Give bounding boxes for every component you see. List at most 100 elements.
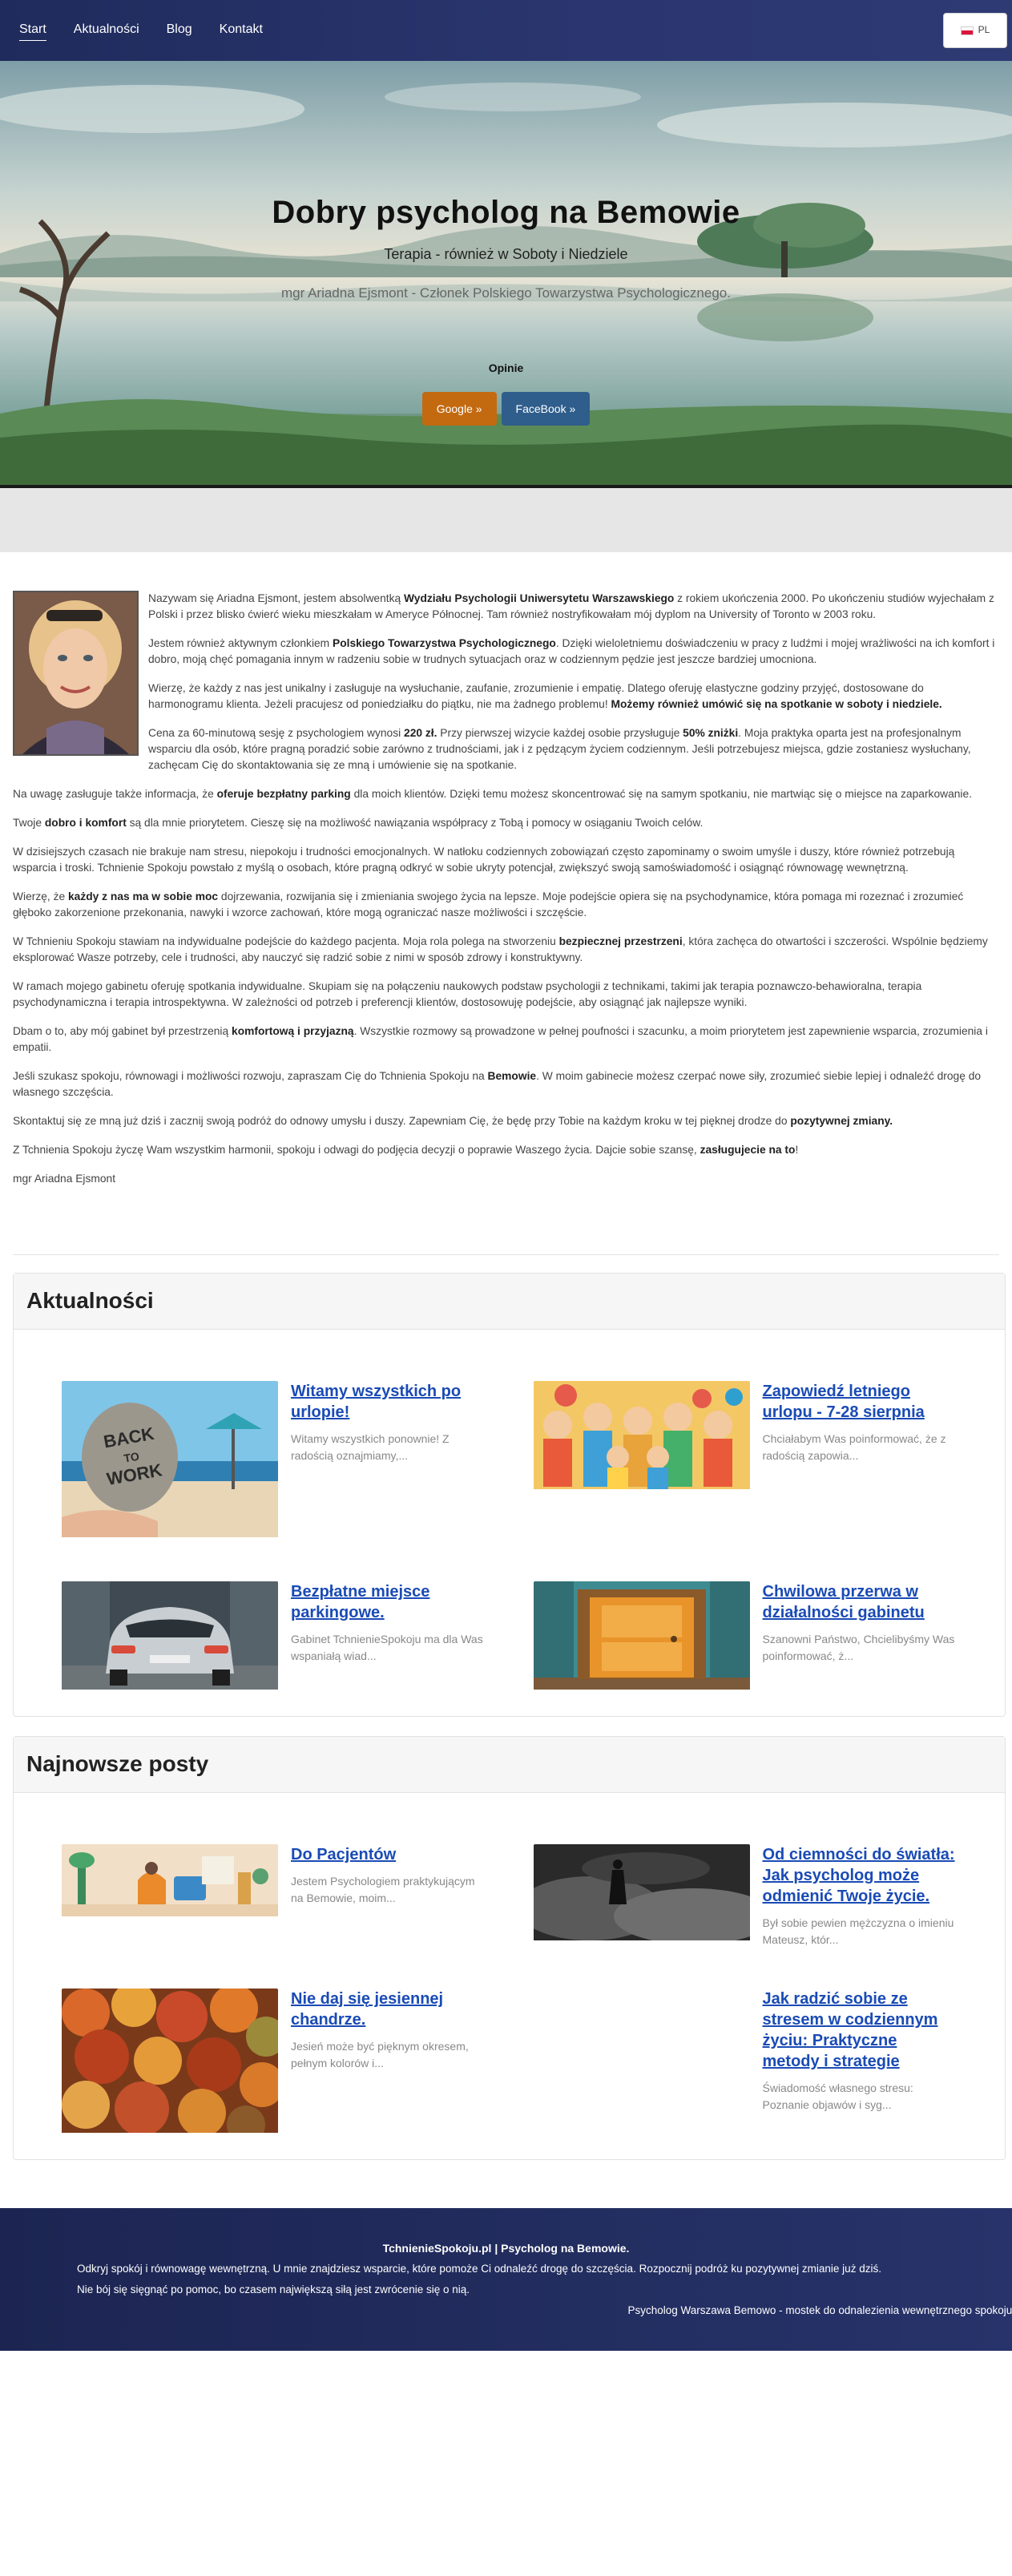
- news-card-title[interactable]: Chwilowa przerwa w działalności gabinetu: [763, 1581, 958, 1623]
- post-card-excerpt: Świadomość własnego stresu: Poznanie obj…: [762, 2081, 913, 2111]
- paragraph-text: Przy pierwszej wizycie każdej osobie prz…: [437, 727, 683, 739]
- post-card: Nie daj się jesiennej chandrze. Jesień m…: [62, 1988, 486, 2138]
- poland-flag-icon: [960, 26, 974, 35]
- about-paragraph: Jeśli szukasz spokoju, równowagi i możli…: [13, 1068, 999, 1100]
- about-paragraph: W ramach mojego gabinetu oferuję spotkan…: [13, 979, 999, 1011]
- missing-post-image: [534, 1989, 750, 2005]
- post-card-title[interactable]: Jak radzić sobie ze stresem w codziennym…: [763, 1989, 958, 2072]
- closed-door-image[interactable]: [533, 1581, 750, 1694]
- news-card: Chwilowa przerwa w działalności gabinetu…: [533, 1581, 958, 1694]
- about-paragraph: Twoje dobro i komfort są dla mnie priory…: [13, 815, 999, 831]
- facebook-reviews-button[interactable]: FaceBook »: [501, 392, 591, 426]
- emphasized-text: komfortową i przyjazną: [232, 1025, 354, 1037]
- post-card: Od ciemności do światła: Jak psycholog m…: [533, 1843, 958, 1948]
- paragraph-text: W ramach mojego gabinetu oferuję spotkan…: [13, 980, 922, 1008]
- about-paragraph: W dzisiejszych czasach nie brakuje nam s…: [13, 844, 999, 876]
- back-to-work-stone-beach-image[interactable]: BACK TO WORK: [62, 1380, 278, 1541]
- post-card: Do Pacjentów Jestem Psychologiem praktyk…: [62, 1843, 486, 1948]
- about-paragraph: Jestem również aktywnym członkiem Polski…: [13, 636, 999, 668]
- posts-grid: Do Pacjentów Jestem Psychologiem praktyk…: [14, 1793, 1005, 2159]
- svg-text:TO: TO: [123, 1449, 140, 1464]
- emphasized-text: Bemowie: [487, 1070, 537, 1082]
- dark-figure-clouds-image[interactable]: [533, 1843, 750, 1944]
- post-card-title[interactable]: Nie daj się jesiennej chandrze.: [291, 1989, 486, 2030]
- emphasized-text: dobro i komfort: [44, 817, 127, 829]
- posts-heading: Najnowsze posty: [14, 1737, 1005, 1793]
- site-footer: TchnienieSpokoju.pl | Psycholog na Bemow…: [0, 2208, 1012, 2352]
- hero-content: Dobry psycholog na Bemowie Terapia - rów…: [0, 189, 1012, 426]
- paragraph-text: są dla mnie priorytetem. Cieszę się na m…: [126, 817, 704, 829]
- emphasized-text: Wydziału Psychologii Uniwersytetu Warsza…: [404, 592, 675, 604]
- paragraph-text: Jestem również aktywnym członkiem: [148, 637, 333, 649]
- news-card-title[interactable]: Bezpłatne miejsce parkingowe.: [291, 1581, 486, 1623]
- parked-car-garage-image[interactable]: [62, 1581, 278, 1694]
- post-card-title[interactable]: Od ciemności do światła: Jak psycholog m…: [763, 1844, 958, 1907]
- nav-start-link[interactable]: Start: [19, 20, 46, 42]
- google-reviews-button[interactable]: Google »: [421, 392, 497, 426]
- news-card-excerpt: Witamy wszystkich ponownie! Z radością o…: [291, 1431, 450, 1462]
- cartoon-family-group-image[interactable]: [533, 1380, 750, 1493]
- paragraph-text: Wierzę, że: [13, 890, 68, 902]
- about-paragraph: Cena za 60-minutową sesję z psychologiem…: [13, 725, 999, 773]
- paragraph-text: Dbam o to, aby mój gabinet był przestrze…: [13, 1025, 232, 1037]
- about-paragraph: Na uwagę zasługuje także informacja, że …: [13, 786, 999, 802]
- language-selector[interactable]: PL: [943, 13, 1007, 48]
- nav-aktualnosci-link[interactable]: Aktualności: [74, 20, 139, 41]
- news-card-title[interactable]: Witamy wszystkich po urlopie!: [291, 1381, 486, 1423]
- news-card-excerpt: Gabinet TchnienieSpokoju ma dla Was wspa…: [291, 1632, 483, 1662]
- emphasized-text: zasługujecie na to: [700, 1144, 796, 1156]
- news-card-text: Witamy wszystkich po urlopie! Witamy wsz…: [291, 1381, 486, 1464]
- gray-spacer-band: [0, 488, 1012, 552]
- footer-text-line: Odkryj spokój i równowagę wewnętrzną. U …: [77, 2263, 881, 2275]
- post-card-text: Do Pacjentów Jestem Psychologiem praktyk…: [291, 1844, 486, 1907]
- paragraph-text: Skontaktuj się ze mną już dziś i zacznij…: [13, 1115, 791, 1127]
- news-card-text: Bezpłatne miejsce parkingowe. Gabinet Tc…: [291, 1581, 486, 1665]
- news-card-title[interactable]: Zapowiedź letniego urlopu - 7-28 sierpni…: [763, 1381, 958, 1423]
- about-paragraph: Nazywam się Ariadna Ejsmont, jestem abso…: [13, 591, 999, 623]
- news-card: BACK TO WORK Witamy wszystkich po urlopi…: [62, 1380, 486, 1541]
- news-card-text: Chwilowa przerwa w działalności gabinetu…: [763, 1581, 958, 1665]
- post-card-excerpt: Jesień może być pięknym okresem, pełnym …: [291, 2039, 469, 2069]
- about-paragraph: Z Tchnienia Spokoju życzę Wam wszystkim …: [13, 1142, 999, 1158]
- emphasized-text: oferuje bezpłatny parking: [216, 788, 351, 800]
- emphasized-text: 50% zniżki: [683, 727, 739, 739]
- post-card: Jak radzić sobie ze stresem w codziennym…: [534, 1989, 958, 2137]
- opinion-buttons: Google » FaceBook »: [0, 392, 1012, 426]
- news-card: Bezpłatne miejsce parkingowe. Gabinet Tc…: [62, 1581, 486, 1694]
- therapy-session-illustration-image[interactable]: [62, 1843, 278, 1920]
- about-section: Nazywam się Ariadna Ejsmont, jestem abso…: [0, 552, 1012, 1216]
- emphasized-text: Polskiego Towarzystwa Psychologicznego: [333, 637, 556, 649]
- paragraph-text: Z Tchnienia Spokoju życzę Wam wszystkim …: [13, 1144, 700, 1156]
- emphasized-text: Możemy również umówić się na spotkanie w…: [611, 698, 942, 710]
- emphasized-text: bezpiecznej przestrzeni: [558, 935, 683, 947]
- hero-bottom-border: [0, 485, 1012, 488]
- post-card-title[interactable]: Do Pacjentów: [291, 1844, 486, 1865]
- footer-text-line: Psycholog Warszawa Bemowo - mostek do od…: [627, 2303, 1012, 2316]
- news-card: Zapowiedź letniego urlopu - 7-28 sierpni…: [533, 1380, 958, 1541]
- footer-text-line: Nie bój się sięgnąć po pomoc, bo czasem …: [77, 2283, 470, 2295]
- emphasized-text: pozytywnej zmiany.: [790, 1115, 893, 1127]
- paragraph-text: !: [795, 1144, 799, 1156]
- autumn-trees-image[interactable]: [62, 1988, 278, 2138]
- emphasized-text: każdy z nas ma w sobie moc: [68, 890, 219, 902]
- top-navbar: Start Aktualności Blog Kontakt PL: [0, 0, 1012, 61]
- about-paragraph: Wierzę, że każdy z nas jest unikalny i z…: [13, 680, 999, 713]
- news-heading: Aktualności: [14, 1274, 1005, 1330]
- nav-links: Start Aktualności Blog Kontakt: [19, 20, 263, 42]
- hero-title: Dobry psycholog na Bemowie: [272, 195, 740, 230]
- news-card-text: Zapowiedź letniego urlopu - 7-28 sierpni…: [763, 1381, 958, 1464]
- language-label: PL: [978, 24, 990, 36]
- news-panel: Aktualności BACK TO WORK Witamy wszystki…: [13, 1273, 1006, 1718]
- portrait-illustration: [14, 592, 137, 754]
- hero-banner: Dobry psycholog na Bemowie Terapia - rów…: [0, 61, 1012, 488]
- paragraph-text: W Tchnieniu Spokoju stawiam na indywidua…: [13, 935, 559, 947]
- post-card-text: Nie daj się jesiennej chandrze. Jesień m…: [291, 1989, 486, 2072]
- nav-kontakt-link[interactable]: Kontakt: [220, 20, 263, 41]
- post-card-text: Jak radzić sobie ze stresem w codziennym…: [763, 1989, 958, 2114]
- emphasized-text: 220 zł.: [404, 727, 437, 739]
- about-paragraph: Skontaktuj się ze mną już dziś i zacznij…: [13, 1113, 999, 1129]
- paragraph-text: Twoje: [13, 817, 45, 829]
- about-paragraph: Wierzę, że każdy z nas ma w sobie moc do…: [13, 889, 999, 921]
- paragraph-text: Nazywam się Ariadna Ejsmont, jestem abso…: [148, 592, 404, 604]
- nav-blog-link[interactable]: Blog: [167, 20, 192, 41]
